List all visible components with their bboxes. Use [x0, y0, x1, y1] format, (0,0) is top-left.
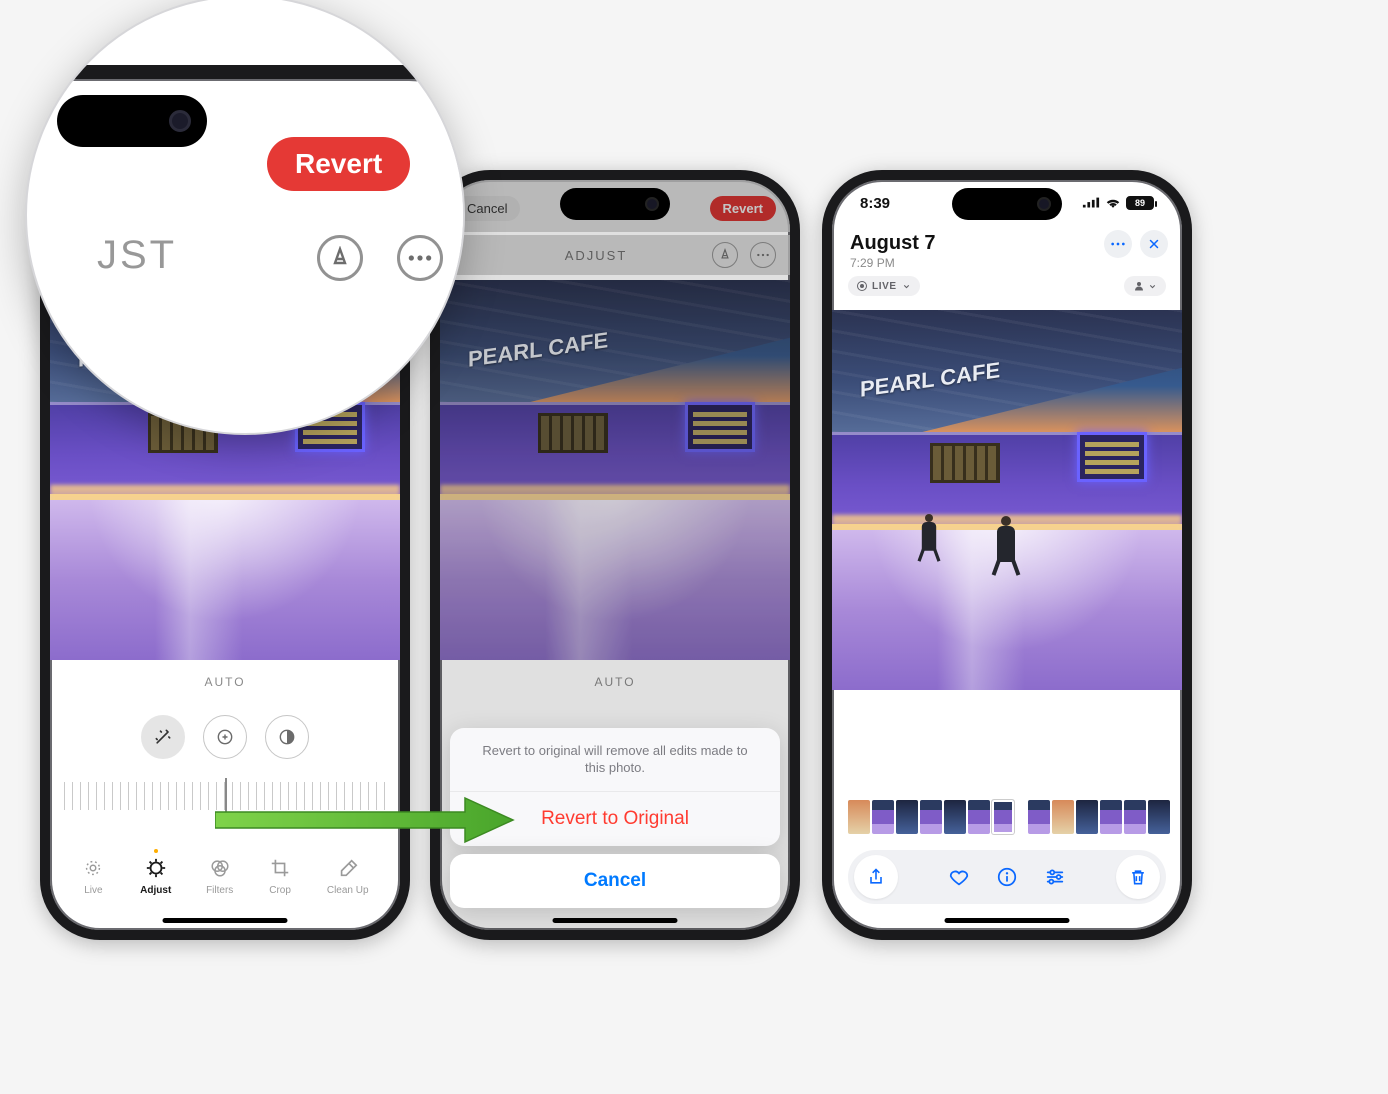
tab-adjust[interactable]: Adjust — [140, 856, 171, 896]
sheet-message: Revert to original will remove all edits… — [450, 728, 780, 792]
adjust-fragment: JST — [97, 233, 177, 278]
highlights-tool[interactable] — [265, 715, 309, 759]
favorite-button[interactable] — [937, 855, 981, 899]
live-ring-icon — [857, 281, 867, 291]
tab-cleanup-label: Clean Up — [327, 885, 369, 896]
revert-button-zoom: Revert — [267, 137, 410, 191]
thumbnail[interactable] — [848, 800, 870, 834]
heart-icon — [948, 866, 970, 888]
dynamic-island — [560, 188, 670, 220]
photo-preview[interactable]: PEARL CAFE — [832, 310, 1182, 690]
home-indicator[interactable] — [553, 918, 678, 923]
options-button[interactable] — [1104, 230, 1132, 258]
auto-label: AUTO — [50, 675, 400, 689]
tab-crop[interactable]: Crop — [268, 856, 292, 896]
exposure-icon — [215, 727, 235, 747]
close-icon — [1147, 237, 1161, 251]
tab-crop-label: Crop — [269, 885, 291, 896]
live-badge[interactable]: LIVE — [848, 276, 920, 296]
markup-icon — [328, 246, 352, 270]
photo-header: August 7 7:29 PM — [832, 224, 1182, 270]
thumbnail[interactable] — [1052, 800, 1074, 834]
close-button[interactable] — [1140, 230, 1168, 258]
adjust-icon — [145, 857, 167, 879]
detail-toolbar — [848, 850, 1166, 904]
edit-button[interactable] — [1033, 855, 1077, 899]
home-indicator[interactable] — [945, 918, 1070, 923]
guide-arrow — [215, 790, 515, 850]
thumbnail[interactable] — [944, 800, 966, 834]
badge-row: LIVE — [832, 276, 1182, 296]
cellular-icon — [1082, 197, 1100, 209]
exposure-tool[interactable] — [203, 715, 247, 759]
status-time: 8:39 — [860, 195, 890, 212]
more-button-zoom — [397, 235, 443, 281]
battery-indicator: 89 — [1126, 196, 1154, 210]
thumbnail-current[interactable] — [992, 800, 1014, 834]
info-button[interactable] — [985, 855, 1029, 899]
auto-enhance-tool[interactable] — [141, 715, 185, 759]
wifi-icon — [1105, 197, 1121, 209]
thumbnail[interactable] — [920, 800, 942, 834]
contrast-icon — [277, 727, 297, 747]
thumbnail[interactable] — [1148, 800, 1170, 834]
thumbnail[interactable] — [1028, 800, 1050, 834]
tool-row — [50, 715, 400, 775]
wand-icon — [153, 727, 173, 747]
thumbnail[interactable] — [968, 800, 990, 834]
sheet-cancel-button[interactable]: Cancel — [450, 854, 780, 908]
thumbnail[interactable] — [872, 800, 894, 834]
thumbnail-strip[interactable] — [848, 800, 1166, 834]
chevron-down-icon — [902, 282, 911, 291]
more-icon — [1110, 242, 1126, 246]
live-badge-label: LIVE — [872, 281, 897, 292]
thumbnail[interactable] — [1124, 800, 1146, 834]
chevron-down-icon — [1148, 282, 1157, 291]
thumbnail[interactable] — [1100, 800, 1122, 834]
tab-filters-label: Filters — [206, 885, 233, 896]
magnifier-callout: Revert JST — [25, 0, 465, 435]
info-icon — [996, 866, 1018, 888]
sliders-icon — [1044, 866, 1066, 888]
share-button[interactable] — [854, 855, 898, 899]
trash-icon — [1128, 867, 1148, 887]
tab-cleanup[interactable]: Clean Up — [327, 856, 369, 896]
share-icon — [866, 867, 886, 887]
thumbnail[interactable] — [896, 800, 918, 834]
tab-filters[interactable]: Filters — [206, 856, 233, 896]
eraser-icon — [337, 857, 359, 879]
home-indicator[interactable] — [163, 918, 288, 923]
delete-button[interactable] — [1116, 855, 1160, 899]
filters-icon — [209, 857, 231, 879]
tab-live[interactable]: Live — [81, 856, 105, 896]
crop-icon — [269, 857, 291, 879]
tab-adjust-label: Adjust — [140, 885, 171, 896]
edit-tab-bar: Live Adjust Filters Crop Clean Up — [50, 840, 400, 912]
people-chip[interactable] — [1124, 276, 1166, 296]
dynamic-island — [57, 95, 207, 147]
thumbnail[interactable] — [1076, 800, 1098, 834]
more-icon — [407, 254, 433, 262]
dynamic-island — [952, 188, 1062, 220]
photo-time: 7:29 PM — [850, 256, 1164, 270]
person-icon — [1133, 280, 1145, 292]
tab-live-label: Live — [84, 885, 102, 896]
live-icon — [82, 857, 104, 879]
markup-button-zoom — [317, 235, 363, 281]
phone-photo-detail: 8:39 89 August 7 7:29 PM LIVE — [822, 170, 1192, 940]
